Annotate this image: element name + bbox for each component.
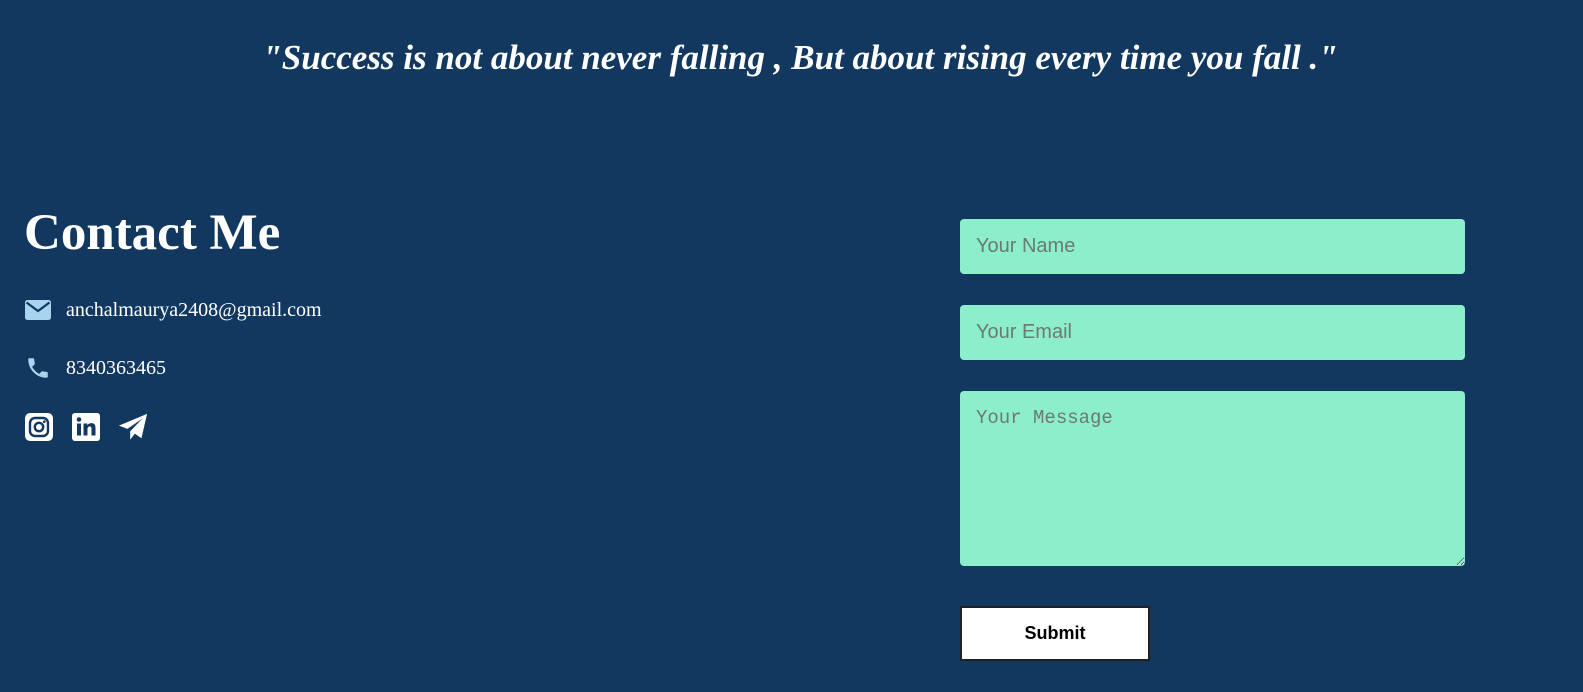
phone-icon [24, 354, 52, 382]
telegram-icon[interactable] [118, 412, 148, 442]
name-input[interactable] [960, 219, 1465, 274]
submit-button[interactable]: Submit [960, 606, 1150, 661]
social-links [24, 412, 165, 442]
linkedin-icon[interactable] [71, 412, 101, 442]
quote-text: "Success is not about never falling , Bu… [262, 38, 1338, 77]
email-address[interactable]: anchalmaurya2408@gmail.com [66, 299, 322, 322]
phone-number[interactable]: 8340363465 [66, 357, 166, 380]
instagram-icon[interactable] [24, 412, 54, 442]
message-input[interactable] [960, 391, 1465, 566]
envelope-icon [24, 296, 52, 324]
email-row: anchalmaurya2408@gmail.com [24, 295, 322, 325]
contact-title: Contact Me [24, 205, 281, 261]
email-input[interactable] [960, 305, 1465, 360]
phone-row: 8340363465 [24, 353, 166, 383]
